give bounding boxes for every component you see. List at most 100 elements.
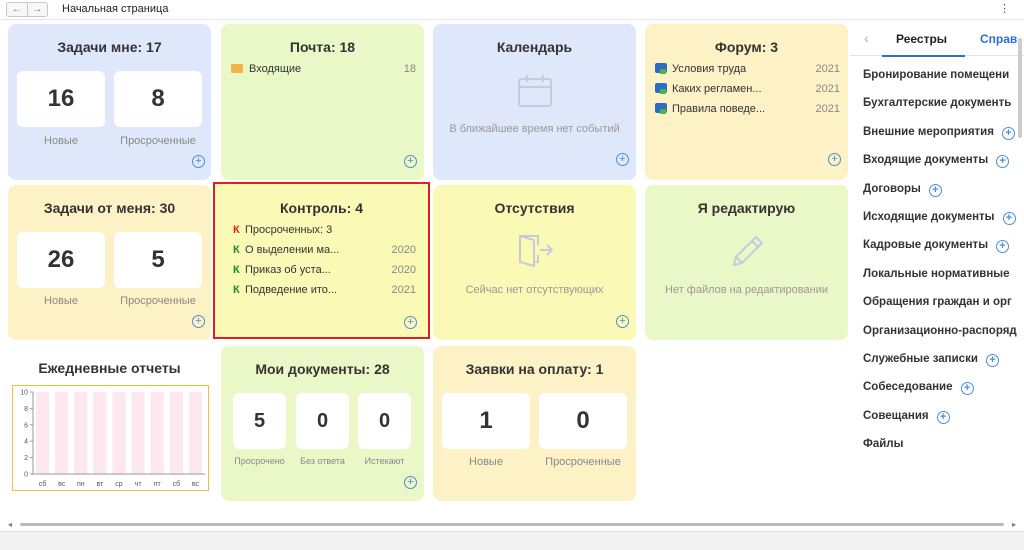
control-item[interactable]: К Подведение ито... 2021 bbox=[233, 281, 416, 299]
control-card[interactable]: Контроль: 4 К Просроченных: 3 КО выделени… bbox=[213, 182, 430, 339]
add-plus-icon[interactable]: + bbox=[936, 411, 950, 424]
x-tick-label: пт bbox=[154, 481, 162, 488]
registry-item[interactable]: Собеседование + bbox=[863, 381, 974, 395]
forward-arrow-icon[interactable]: → bbox=[28, 3, 48, 16]
x-tick-label: сб bbox=[39, 480, 47, 488]
add-plus-icon[interactable]: + bbox=[928, 184, 942, 197]
calendar-icon bbox=[517, 74, 553, 113]
horizontal-scrollbar[interactable]: ◂ ▸ bbox=[8, 520, 1016, 529]
no-answer-count[interactable]: 0 bbox=[296, 393, 349, 449]
daily-reports-chart: сб вс пн вт ср чт пт сб вс 0 2 4 6 8 10 bbox=[12, 385, 209, 491]
mail-folder-row[interactable]: Входящие 18 bbox=[231, 60, 416, 78]
window-title: Начальная страница bbox=[62, 3, 169, 15]
registry-label: Бухгалтерские документь bbox=[863, 97, 1012, 109]
more-menu-icon[interactable]: ⋮ bbox=[999, 2, 1010, 15]
add-plus-icon[interactable]: + bbox=[960, 382, 974, 395]
registry-item[interactable]: Бухгалтерские документь bbox=[863, 97, 1011, 109]
chart-svg: сб вс пн вт ср чт пт сб вс 0 2 4 6 8 10 bbox=[20, 390, 205, 488]
registry-item[interactable]: Файлы bbox=[863, 438, 903, 450]
mail-card[interactable]: Почта: 18 Входящие 18 + bbox=[221, 24, 424, 180]
new-count[interactable]: 26 bbox=[17, 232, 105, 288]
scroll-right-icon[interactable]: ▸ bbox=[1012, 520, 1016, 529]
overdue-count[interactable]: 8 bbox=[114, 71, 202, 127]
add-plus-icon[interactable]: + bbox=[1002, 212, 1016, 225]
card-title: Контроль: 4 bbox=[279, 200, 363, 216]
registry-item[interactable]: Договоры + bbox=[863, 183, 942, 197]
y-tick-label: 2 bbox=[24, 455, 28, 462]
control-overdue-row[interactable]: К Просроченных: 3 bbox=[233, 221, 416, 239]
card-title: Мои документы: 28 bbox=[255, 361, 390, 377]
registry-label: Входящие документы bbox=[863, 154, 989, 166]
folder-icon bbox=[231, 64, 243, 73]
control-item[interactable]: К Приказ об уста... 2020 bbox=[233, 261, 416, 279]
registry-item[interactable]: Совещания + bbox=[863, 410, 950, 424]
my-documents-card[interactable]: Мои документы: 28 5 0 0 Просрочено Без о… bbox=[221, 346, 424, 501]
add-plus-icon[interactable]: + bbox=[996, 240, 1010, 253]
add-plus-icon[interactable]: + bbox=[404, 155, 417, 168]
tasks-to-me-card[interactable]: Задачи мне: 17 16 8 Новые Просроченные + bbox=[8, 24, 211, 180]
registry-item[interactable]: Входящие документы + bbox=[863, 154, 1010, 168]
nav-buttons: ← → bbox=[6, 2, 48, 17]
add-plus-icon[interactable]: + bbox=[985, 354, 999, 367]
card-title: Календарь bbox=[496, 39, 573, 55]
new-label: Новые bbox=[44, 135, 78, 147]
expiring-count[interactable]: 0 bbox=[358, 393, 411, 449]
x-tick-label: вс bbox=[58, 481, 66, 488]
add-plus-icon[interactable]: + bbox=[404, 476, 417, 489]
chart-band bbox=[131, 392, 145, 474]
add-plus-icon[interactable]: + bbox=[616, 153, 629, 166]
tasks-from-me-card[interactable]: Задачи от меня: 30 26 5 Новые Просроченн… bbox=[8, 185, 211, 340]
new-count[interactable]: 16 bbox=[17, 71, 105, 127]
new-label: Новые bbox=[44, 295, 78, 307]
back-arrow-icon[interactable]: ← bbox=[7, 3, 28, 16]
chat-icon bbox=[655, 83, 667, 94]
vertical-scrollbar[interactable] bbox=[1018, 38, 1022, 138]
new-label: Новые bbox=[469, 456, 503, 468]
chart-band bbox=[188, 392, 202, 474]
add-plus-icon[interactable]: + bbox=[192, 315, 205, 328]
calendar-card[interactable]: Календарь В ближайшее время нет событий … bbox=[433, 24, 636, 180]
registry-item[interactable]: Обращения граждан и орг bbox=[863, 296, 1012, 308]
add-plus-icon[interactable]: + bbox=[616, 315, 629, 328]
scrollbar-thumb[interactable] bbox=[20, 523, 1004, 526]
registry-item[interactable]: Служебные записки + bbox=[863, 353, 999, 367]
payments-card[interactable]: Заявки на оплату: 1 1 0 Новые Просроченн… bbox=[433, 346, 636, 501]
forum-item[interactable]: Условия труда 2021 bbox=[655, 60, 840, 78]
forum-item[interactable]: Правила поведе... 2021 bbox=[655, 100, 840, 118]
chevron-left-icon[interactable]: ‹ bbox=[864, 30, 869, 46]
registry-item[interactable]: Внешние мероприятия + bbox=[863, 126, 1015, 140]
new-count[interactable]: 1 bbox=[442, 393, 530, 449]
add-plus-icon[interactable]: + bbox=[1001, 127, 1015, 140]
control-item[interactable]: КО выделении ма... 2020 bbox=[233, 241, 416, 259]
absences-card[interactable]: Отсутствия Сейчас нет отсутствующих + bbox=[433, 185, 636, 340]
tab-registries[interactable]: Реестры bbox=[881, 32, 966, 57]
add-plus-icon[interactable]: + bbox=[192, 155, 205, 168]
x-tick-label: сб bbox=[173, 480, 181, 488]
forum-card[interactable]: Форум: 3 Условия труда 2021 Каких реглам… bbox=[645, 24, 848, 180]
registry-item[interactable]: Организационно-распоряд bbox=[863, 325, 1017, 337]
overdue-count[interactable]: 5 bbox=[114, 232, 202, 288]
folder-name: Входящие bbox=[249, 63, 302, 75]
forum-item[interactable]: Каких регламен... 2021 bbox=[655, 80, 840, 98]
registry-label: Служебные записки bbox=[863, 353, 978, 365]
registry-item[interactable]: Исходящие документы + bbox=[863, 211, 1016, 225]
chart-band bbox=[55, 392, 69, 474]
registry-item[interactable]: Локальные нормативные bbox=[863, 268, 1010, 280]
chart-band bbox=[74, 392, 88, 474]
tab-reference[interactable]: Справ bbox=[980, 32, 1017, 46]
overdue-count[interactable]: 0 bbox=[539, 393, 627, 449]
overdue-count[interactable]: 5 bbox=[233, 393, 286, 449]
expiring-label: Истекают bbox=[364, 456, 405, 466]
registry-item[interactable]: Бронирование помещени bbox=[863, 69, 1009, 81]
card-title: Заявки на оплату: 1 bbox=[465, 361, 604, 377]
scroll-left-icon[interactable]: ◂ bbox=[8, 520, 12, 529]
absences-empty-text: Сейчас нет отсутствующих bbox=[465, 284, 604, 296]
registry-item[interactable]: Кадровые документы + bbox=[863, 239, 1010, 253]
pencil-icon bbox=[728, 233, 766, 276]
chart-band bbox=[150, 392, 164, 474]
editing-card[interactable]: Я редактирую Нет файлов на редактировани… bbox=[645, 185, 848, 340]
add-plus-icon[interactable]: + bbox=[828, 153, 841, 166]
registry-label: Совещания bbox=[863, 410, 929, 422]
add-plus-icon[interactable]: + bbox=[996, 155, 1010, 168]
add-plus-icon[interactable]: + bbox=[404, 316, 417, 329]
